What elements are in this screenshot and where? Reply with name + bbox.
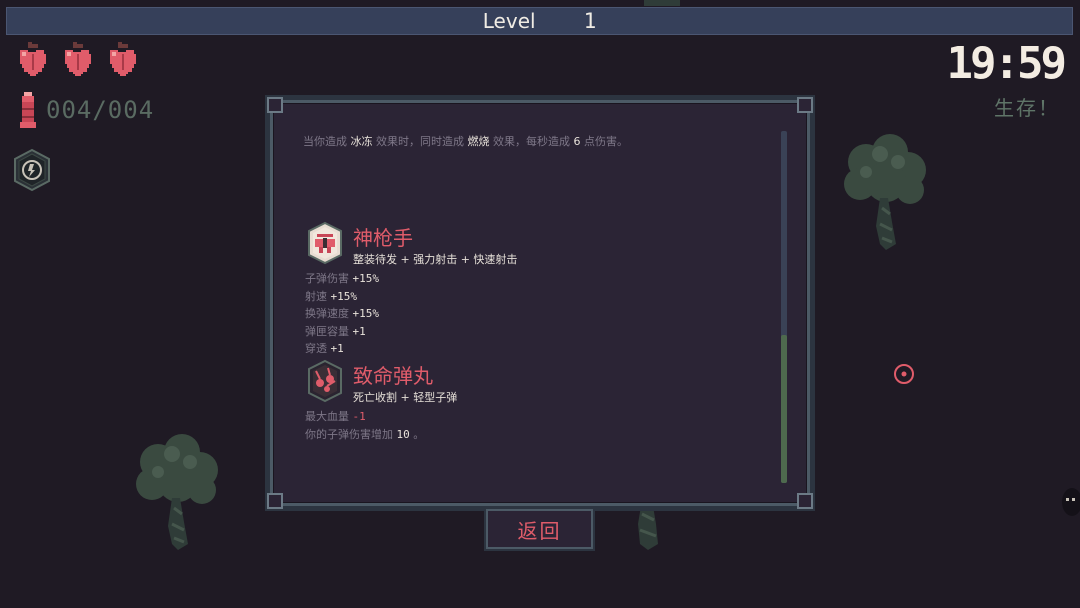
stat-label: 子弹伤害 [305,272,349,285]
stat-label: 。 [413,427,425,441]
scrollbar[interactable] [781,131,787,483]
panel-corner [267,493,283,509]
stat-value: +15% [352,272,380,285]
upgrade-title: 致命弹丸 [353,364,433,388]
desc-text: 效果，每秒造成 [493,135,570,148]
stat-row: 弹匣容量 +1 [305,323,517,341]
tree-top-icon [644,0,680,6]
panel-corner [797,97,813,113]
stat-row: 射速 +15% [305,288,517,306]
desc-keyword: 燃烧 [467,135,490,148]
crosshair-icon [894,364,914,384]
desc-keyword: 冰冻 [350,135,373,148]
level-value: 1 [583,9,597,33]
heart-icon [20,42,46,76]
stat-value: +1 [352,324,366,338]
stat-value: +15% [352,307,380,320]
marksman-icon [308,221,342,265]
desc-text: 效果时，同时造成 [376,135,464,148]
stat-row: 子弹伤害 +15% [305,270,517,288]
panel-corner [267,97,283,113]
heart-icon [65,42,91,76]
desc-text: 点伤害。 [584,135,628,148]
desc-text: 当你造成 [303,135,347,148]
stat-label: 穿透 [305,342,327,355]
back-button[interactable]: 返回 [486,509,593,549]
stat-label: 换弹速度 [305,307,349,320]
skill-badge-icon[interactable] [11,148,53,192]
upgrades-panel: 当你造成 冰冻 效果时，同时造成 燃烧 效果，每秒造成 6 点伤害。 神枪手 整… [267,97,813,509]
upgrade-stats: 最大血量 -1 你的子弹伤害增加 10 。 [305,408,457,443]
stat-value: -1 [352,410,366,423]
bullet-icon [20,92,36,128]
tree-icon [844,134,926,250]
upgrade-stats: 子弹伤害 +15% 射速 +15% 换弹速度 +15% 弹匣容量 +1 穿透 +… [305,270,517,358]
stat-row: 最大血量 -1 [305,408,457,426]
upgrade-combo: 整装待发 + 强力射击 + 快速射击 [353,253,518,266]
desc-value: 6 [573,135,581,148]
stat-label: 射速 [305,289,327,303]
survival-timer: 19:59 [946,38,1067,89]
stat-value: +15% [330,289,358,303]
stat-row: 换弹速度 +15% [305,305,517,323]
scrollbar-thumb[interactable] [781,335,787,483]
deadly-bullets-icon [308,359,342,403]
upgrade-item[interactable]: 神枪手 整装待发 + 强力射击 + 快速射击 子弹伤害 +15% 射速 +15%… [305,221,517,358]
level-label: Level [482,9,536,33]
heart-icon [110,42,136,76]
ammo-counter: 004/004 [18,92,154,128]
tree-trunk-icon [638,500,658,550]
stat-row: 穿透 +1 [305,340,517,358]
stat-label: 最大血量 [305,410,349,423]
panel-corner [797,493,813,509]
stat-label: 你的子弹伤害增加 [305,427,393,441]
objective-text: 生存！ [994,96,1060,120]
ammo-count: 004/004 [46,96,155,124]
upgrade-item[interactable]: 致命弹丸 死亡收割 + 轻型子弹 最大血量 -1 你的子弹伤害增加 10 。 [305,359,457,443]
upgrade-title: 神枪手 [353,226,413,250]
enemy-icon [1062,488,1080,516]
stat-label: 弹匣容量 [305,324,349,338]
tree-icon [136,434,218,550]
level-bar: Level 1 [6,7,1073,35]
upgrade-description: 当你造成 冰冻 效果时，同时造成 燃烧 效果，每秒造成 6 点伤害。 [303,133,773,149]
panel-content: 当你造成 冰冻 效果时，同时造成 燃烧 效果，每秒造成 6 点伤害。 [303,133,773,149]
stat-description: 你的子弹伤害增加 10 。 [305,426,457,444]
stat-value: +1 [330,342,344,355]
upgrade-combo: 死亡收割 + 轻型子弹 [353,391,458,404]
health-hearts [16,42,138,78]
stat-value: 10 [396,427,410,441]
